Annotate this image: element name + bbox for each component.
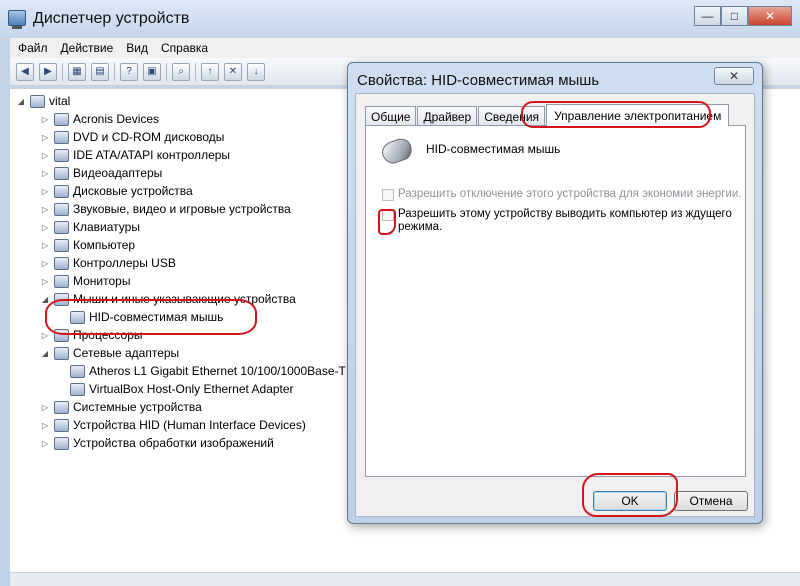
maximize-button[interactable]: □ — [721, 6, 748, 26]
expand-arrow-icon[interactable]: ▷ — [40, 133, 50, 142]
expand-arrow-icon[interactable]: ▷ — [40, 169, 50, 178]
network-adapter-icon — [70, 364, 85, 378]
tree-item-acronis[interactable]: ▷ Acronis Devices — [40, 110, 159, 128]
annotation-circle-ok — [582, 473, 678, 517]
hid-device-icon — [54, 418, 69, 432]
properties-icon[interactable]: ▦ — [68, 62, 86, 81]
disable-icon[interactable]: ↓ — [247, 62, 265, 81]
tree-item-system[interactable]: ▷ Системные устройства — [40, 398, 202, 416]
tab-power-management[interactable]: Управление электропитанием — [546, 104, 730, 126]
annotation-circle-hid-mouse — [45, 299, 257, 335]
tree-item-computer[interactable]: ▷ Компьютер — [40, 236, 135, 254]
checkbox-allow-power-off[interactable] — [382, 189, 394, 201]
collapse-arrow-icon[interactable]: ◢ — [40, 295, 50, 304]
minimize-button[interactable]: — — [694, 6, 721, 26]
expand-arrow-icon[interactable]: ▷ — [40, 421, 50, 430]
view-icon[interactable]: ▣ — [143, 62, 161, 81]
menu-action[interactable]: Действие — [61, 41, 114, 55]
device-manager-icon — [8, 10, 26, 29]
tree-root[interactable]: ◢ vital — [16, 92, 70, 110]
expand-arrow-icon[interactable]: ▷ — [40, 277, 50, 286]
menu-help[interactable]: Справка — [161, 41, 208, 55]
display-adapter-icon — [54, 166, 69, 180]
expand-arrow-icon[interactable]: ▷ — [40, 115, 50, 124]
cancel-button[interactable]: Отмена — [674, 491, 748, 511]
computer-icon — [30, 94, 45, 108]
device-name: HID-совместимая мышь — [426, 142, 561, 156]
device-icon — [54, 112, 69, 126]
update-driver-icon[interactable]: ↑ — [201, 62, 219, 81]
expand-arrow-icon[interactable]: ▷ — [40, 331, 50, 340]
tree-item-sound[interactable]: ▷ Звуковые, видео и игровые устройства — [40, 200, 291, 218]
back-arrow-icon[interactable]: ◀ — [16, 62, 34, 81]
tree-item-video[interactable]: ▷ Видеоадаптеры — [40, 164, 162, 182]
tree-item-virtualbox[interactable]: VirtualBox Host-Only Ethernet Adapter — [66, 380, 294, 398]
collapse-arrow-icon[interactable]: ◢ — [16, 97, 26, 106]
menu-view[interactable]: Вид — [126, 41, 148, 55]
tab-driver[interactable]: Драйвер — [417, 106, 478, 126]
tree-item-hid[interactable]: ▷ Устройства HID (Human Interface Device… — [40, 416, 306, 434]
status-bar — [10, 572, 800, 586]
expand-arrow-icon[interactable]: ▷ — [40, 439, 50, 448]
tree-item-monitors[interactable]: ▷ Мониторы — [40, 272, 131, 290]
dialog-body: Общие Драйвер Сведения Управление электр… — [355, 93, 755, 517]
scan-hardware-icon[interactable]: ⌕ — [172, 62, 190, 81]
tree-item-dvd[interactable]: ▷ DVD и CD-ROM дисководы — [40, 128, 224, 146]
tree-item-imaging[interactable]: ▷ Устройства обработки изображений — [40, 434, 274, 452]
dialog-close-button[interactable]: ✕ — [714, 67, 754, 85]
title-bar: Диспетчер устройств — □ ✕ — [0, 0, 800, 36]
expand-arrow-icon[interactable]: ▷ — [40, 151, 50, 160]
collapse-arrow-icon[interactable]: ◢ — [40, 349, 50, 358]
tree-item-keyboard[interactable]: ▷ Клавиатуры — [40, 218, 140, 236]
tab-details[interactable]: Сведения — [478, 106, 546, 126]
network-adapter-icon — [54, 346, 69, 360]
computer-icon — [54, 238, 69, 252]
expand-arrow-icon[interactable]: ▷ — [40, 259, 50, 268]
keyboard-icon — [54, 220, 69, 234]
dialog-title: Свойства: HID-совместимая мышь — [357, 72, 600, 89]
properties-dialog: Свойства: HID-совместимая мышь ✕ Общие Д… — [347, 62, 763, 524]
tree-item-ide[interactable]: ▷ IDE ATA/ATAPI контроллеры — [40, 146, 230, 164]
forward-arrow-icon[interactable]: ▶ — [39, 62, 57, 81]
power-management-panel: HID-совместимая мышь Разрешить отключени… — [365, 125, 746, 477]
close-button[interactable]: ✕ — [748, 6, 792, 26]
expand-arrow-icon[interactable]: ▷ — [40, 403, 50, 412]
menu-bar: Файл Действие Вид Справка — [10, 38, 800, 58]
camera-icon — [54, 436, 69, 450]
menu-file[interactable]: Файл — [18, 41, 48, 55]
tree-item-atheros[interactable]: Atheros L1 Gigabit Ethernet 10/100/1000B… — [66, 362, 358, 380]
monitor-icon — [54, 274, 69, 288]
expand-arrow-icon[interactable]: ▷ — [40, 223, 50, 232]
system-device-icon — [54, 400, 69, 414]
tab-strip: Общие Драйвер Сведения Управление электр… — [365, 104, 730, 126]
speaker-icon — [54, 202, 69, 216]
annotation-circle-wake-checkbox — [378, 209, 396, 235]
network-adapter-icon — [70, 382, 85, 396]
expand-arrow-icon[interactable]: ▷ — [40, 241, 50, 250]
mouse-icon — [379, 135, 415, 167]
window-title: Диспетчер устройств — [33, 10, 190, 27]
disk-drive-icon — [54, 184, 69, 198]
expand-arrow-icon[interactable]: ▷ — [40, 205, 50, 214]
usb-icon — [54, 256, 69, 270]
dvd-drive-icon — [54, 130, 69, 144]
expand-arrow-icon[interactable]: ▷ — [40, 187, 50, 196]
option-allow-wake[interactable]: Разрешить этому устройству выводить комп… — [382, 208, 732, 234]
uninstall-icon[interactable]: ✕ — [224, 62, 242, 81]
update-icon[interactable]: ▤ — [91, 62, 109, 81]
tree-item-disk[interactable]: ▷ Дисковые устройства — [40, 182, 193, 200]
tree-item-network[interactable]: ◢ Сетевые адаптеры — [40, 344, 179, 362]
tree-item-usb[interactable]: ▷ Контроллеры USB — [40, 254, 176, 272]
controller-icon — [54, 148, 69, 162]
option-allow-power-off[interactable]: Разрешить отключение этого устройства дл… — [382, 188, 742, 201]
tab-general[interactable]: Общие — [365, 106, 417, 126]
help-icon[interactable]: ? — [120, 62, 138, 81]
